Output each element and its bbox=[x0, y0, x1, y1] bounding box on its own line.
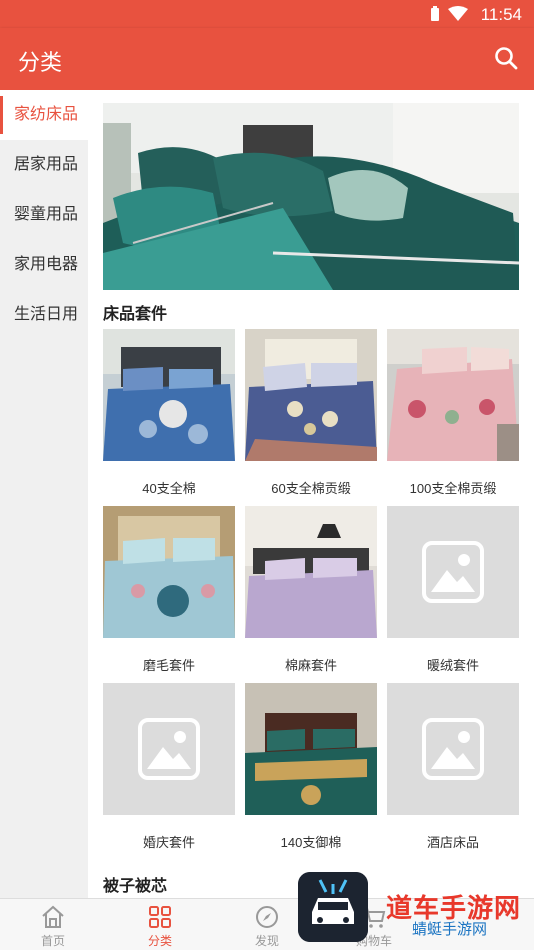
section-title: 床品套件 bbox=[103, 306, 168, 323]
discover-icon bbox=[256, 906, 278, 928]
bedding-photo bbox=[103, 103, 519, 290]
tab-home[interactable]: 首页 bbox=[23, 899, 83, 950]
category-item[interactable]: 140支御棉 bbox=[245, 683, 377, 851]
item-label: 60支全棉贡缎 bbox=[271, 481, 351, 496]
tab-category[interactable]: 分类 bbox=[130, 899, 190, 950]
wifi-icon bbox=[448, 6, 468, 21]
sidebar-item-home-goods[interactable]: 居家用品 bbox=[0, 140, 88, 190]
item-label: 100支全棉贡缎 bbox=[409, 481, 497, 496]
watermark-subtext: 蜻蜓手游网 bbox=[412, 921, 488, 938]
category-item[interactable]: 40支全棉 bbox=[103, 329, 235, 497]
section-title: 被子被芯 bbox=[103, 878, 168, 895]
sidebar-item-bedding[interactable]: 家纺床品 bbox=[0, 90, 88, 140]
tab-label: 发现 bbox=[254, 934, 279, 948]
item-label: 酒店床品 bbox=[426, 835, 479, 850]
item-thumbnail bbox=[387, 506, 519, 638]
page-title: 分类 bbox=[18, 50, 63, 75]
sidebar-item-daily-use[interactable]: 生活日用 bbox=[0, 290, 88, 340]
bedding-photo bbox=[103, 506, 235, 638]
item-label: 棉麻套件 bbox=[284, 658, 337, 673]
status-time: 11:54 bbox=[480, 5, 522, 24]
category-grid-icon bbox=[149, 906, 171, 928]
bedding-photo bbox=[245, 683, 377, 815]
item-thumbnail bbox=[103, 329, 235, 461]
sidebar-item-appliances[interactable]: 家用电器 bbox=[0, 240, 88, 290]
placeholder-image-icon bbox=[387, 506, 519, 638]
tab-label: 分类 bbox=[147, 934, 172, 948]
watermark-logo bbox=[298, 872, 368, 942]
bedding-photo bbox=[103, 329, 235, 461]
item-label: 婚庆套件 bbox=[142, 835, 195, 850]
battery-icon bbox=[431, 6, 439, 21]
sidebar-item-label: 生活日用 bbox=[14, 306, 79, 323]
category-item[interactable]: 棉麻套件 bbox=[245, 506, 377, 674]
tab-discover[interactable]: 发现 bbox=[237, 899, 297, 950]
category-item[interactable]: 婚庆套件 bbox=[103, 683, 235, 851]
category-item[interactable]: 60支全棉贡缎 bbox=[245, 329, 377, 497]
category-sidebar: 家纺床品 居家用品 婴童用品 家用电器 生活日用 bbox=[0, 90, 88, 898]
status-bar: 11:54 bbox=[0, 0, 534, 28]
sidebar-item-label: 家用电器 bbox=[14, 256, 79, 273]
item-label: 140支御棉 bbox=[280, 835, 342, 850]
sidebar-item-label: 居家用品 bbox=[14, 156, 79, 173]
item-thumbnail bbox=[103, 506, 235, 638]
search-icon[interactable] bbox=[492, 44, 520, 72]
item-thumbnail bbox=[387, 683, 519, 815]
placeholder-image-icon bbox=[103, 683, 235, 815]
item-thumbnail bbox=[245, 506, 377, 638]
bedding-photo bbox=[245, 329, 377, 461]
sidebar-item-baby[interactable]: 婴童用品 bbox=[0, 190, 88, 240]
sidebar-item-label: 家纺床品 bbox=[14, 106, 79, 123]
item-thumbnail bbox=[245, 329, 377, 461]
item-label: 磨毛套件 bbox=[142, 658, 195, 673]
category-item[interactable]: 酒店床品 bbox=[387, 683, 519, 851]
item-thumbnail bbox=[103, 683, 235, 815]
banner-image[interactable] bbox=[103, 103, 519, 290]
placeholder-image-icon bbox=[387, 683, 519, 815]
app-bar: 分类 bbox=[0, 28, 534, 90]
sidebar-item-label: 婴童用品 bbox=[14, 206, 79, 223]
tab-label: 首页 bbox=[40, 934, 65, 948]
category-item[interactable]: 100支全棉贡缎 bbox=[387, 329, 519, 497]
item-thumbnail bbox=[387, 329, 519, 461]
item-thumbnail bbox=[245, 683, 377, 815]
item-label: 暖绒套件 bbox=[426, 658, 479, 673]
category-item[interactable]: 磨毛套件 bbox=[103, 506, 235, 674]
bedding-photo bbox=[387, 329, 519, 461]
item-label: 40支全棉 bbox=[142, 481, 196, 496]
bedding-photo bbox=[245, 506, 377, 638]
category-content: 床品套件 40支全棉 60支全棉贡缎 100支全棉贡缎 磨毛套件 棉麻套件 暖绒… bbox=[88, 90, 534, 898]
category-item[interactable]: 暖绒套件 bbox=[387, 506, 519, 674]
home-icon bbox=[42, 905, 64, 928]
